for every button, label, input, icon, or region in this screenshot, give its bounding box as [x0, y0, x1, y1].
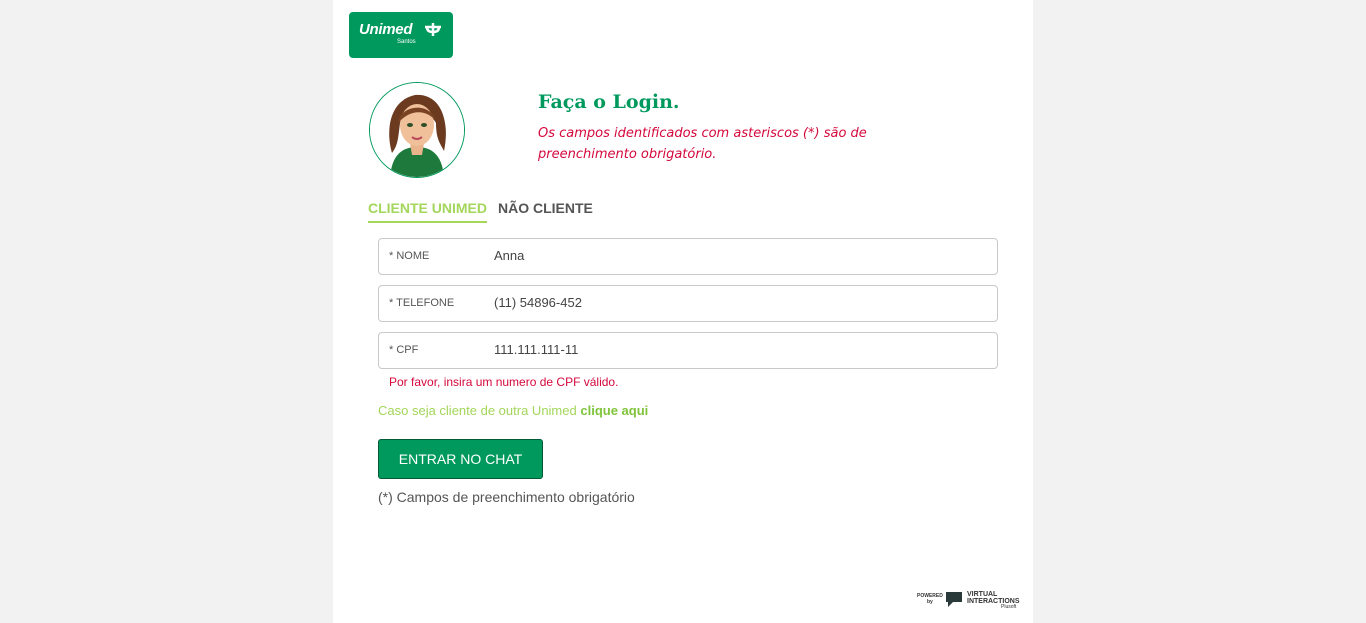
- other-unimed-notice: Caso seja cliente de outra Unimed clique…: [378, 403, 648, 418]
- assistant-avatar: [369, 82, 465, 178]
- virtual-interactions-logo-icon: [946, 592, 962, 607]
- brand-line-3: Plusoft: [1001, 604, 1017, 610]
- avatar-image: [370, 83, 464, 177]
- logo-brand: Unimed: [359, 21, 413, 38]
- unimed-logo: Unimed Santos: [349, 12, 453, 58]
- nome-field[interactable]: * NOME Anna: [378, 238, 998, 275]
- cpf-input[interactable]: 111.111.111-11: [494, 342, 578, 357]
- telefone-label: * TELEFONE: [389, 297, 455, 309]
- telefone-field[interactable]: * TELEFONE (11) 54896-452: [378, 285, 998, 322]
- login-card: Unimed Santos Faça o Login. Os campos id…: [333, 0, 1033, 623]
- tab-nao-cliente[interactable]: NÃO CLIENTE: [498, 200, 593, 216]
- enter-chat-button[interactable]: ENTRAR NO CHAT: [378, 439, 543, 479]
- powered-by-text: POWERED by: [917, 593, 943, 605]
- powered-line-2: by: [927, 599, 933, 605]
- virtual-interactions-brand: VIRTUAL INTERACTIONS: [967, 591, 1020, 605]
- logo-sub: Santos: [397, 39, 416, 45]
- nome-label: * NOME: [389, 250, 430, 262]
- page-title: Faça o Login.: [538, 91, 680, 113]
- nome-input[interactable]: Anna: [494, 248, 524, 263]
- tab-cliente-unimed[interactable]: CLIENTE UNIMED: [368, 200, 487, 223]
- unimed-tree-icon: [425, 23, 441, 36]
- other-unimed-link[interactable]: clique aqui: [580, 403, 648, 418]
- powered-by-logo: POWERED by VIRTUAL INTERACTIONS Plusoft: [917, 590, 1022, 610]
- cpf-error-message: Por favor, insira um numero de CPF válid…: [389, 375, 619, 389]
- cpf-field[interactable]: * CPF 111.111.111-11: [378, 332, 998, 369]
- page-subtitle: Os campos identificados com asteriscos (…: [538, 126, 867, 162]
- telefone-input[interactable]: (11) 54896-452: [494, 295, 582, 310]
- required-fields-note: (*) Campos de preenchimento obrigatório: [378, 489, 635, 505]
- brand-line-1: VIRTUAL: [967, 591, 998, 598]
- cpf-label: * CPF: [389, 344, 419, 356]
- other-unimed-text: Caso seja cliente de outra Unimed: [378, 403, 577, 418]
